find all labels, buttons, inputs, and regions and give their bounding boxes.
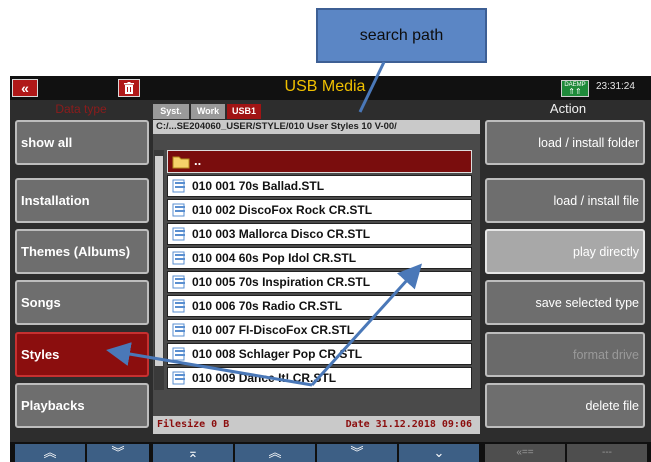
device-screen: « USB Media DAEMP ⇑⇑ 23:31:24 Data type … (10, 76, 651, 462)
file-row[interactable]: 010 002 DiscoFox Rock CR.STL (167, 199, 472, 221)
file-row[interactable]: 010 007 FI-DiscoFox CR.STL (167, 319, 472, 341)
file-row[interactable]: 010 009 Dance It! CR.STL (167, 367, 472, 389)
load-install-folder-button[interactable]: load / install folder (485, 120, 645, 165)
double-chevron-up-icon: ︽ (43, 445, 57, 460)
back-level-button[interactable]: «== (485, 444, 565, 462)
double-chevron-down-icon: ︾ (111, 445, 125, 460)
type-installation-button[interactable]: Installation (15, 178, 149, 223)
file-name: 010 009 Dance It! CR.STL (192, 371, 337, 385)
file-date-text: Date 31.12.2018 09:06 (345, 419, 472, 430)
data-type-heading: Data type (55, 102, 107, 116)
filesize-text: Filesize 0 B (157, 419, 230, 430)
tab-work[interactable]: Work (191, 104, 225, 119)
type-button-label: show all (21, 135, 73, 150)
parent-folder-row[interactable]: .. (167, 150, 472, 173)
format-drive-button[interactable]: format drive (485, 332, 645, 377)
action-button-label: load / install file (553, 193, 639, 208)
play-directly-button[interactable]: play directly (485, 229, 645, 274)
page-down-button[interactable]: ︾ (317, 444, 397, 462)
type-button-label: Songs (21, 295, 61, 310)
action-button-label: play directly (573, 244, 639, 259)
file-status-bar: Filesize 0 B Date 31.12.2018 09:06 (153, 416, 480, 434)
scroll-to-top-icon: ⌅ (187, 445, 199, 460)
scroll-bottom-button[interactable]: ⌄ (399, 444, 479, 462)
scroll-top-button[interactable]: ⌅ (153, 444, 233, 462)
search-path: C:/...SE204060_USER/STYLE/010 User Style… (153, 120, 480, 134)
trash-icon (124, 82, 134, 94)
type-button-label: Themes (Albums) (21, 244, 131, 259)
type-songs-button[interactable]: Songs (15, 280, 149, 325)
storage-status-icon: DAEMP ⇑⇑ (561, 80, 589, 97)
unused-label: --- (602, 447, 612, 458)
folder-icon (172, 156, 190, 169)
type-button-label: Playbacks (21, 398, 85, 413)
type-show-all-button[interactable]: show all (15, 120, 149, 165)
double-chevron-left-icon: « (21, 80, 29, 96)
unused-button[interactable]: --- (567, 444, 647, 462)
window-title: USB Media (284, 78, 366, 95)
file-list: .. 010 001 70s Ballad.STL 010 002 DiscoF… (153, 134, 480, 416)
bottom-navigation-bar: ︽ ︾ ⌅ ︽ ︾ ⌄ «== --- (10, 442, 651, 462)
type-playbacks-button[interactable]: Playbacks (15, 383, 149, 428)
type-themes-button[interactable]: Themes (Albums) (15, 229, 149, 274)
style-file-icon (172, 251, 185, 265)
annotation-callout: search path (316, 8, 487, 63)
page-up-left-button[interactable]: ︽ (15, 444, 85, 462)
type-button-label: Installation (21, 193, 90, 208)
file-row[interactable]: 010 008 Schlager Pop CR.STL (167, 343, 472, 365)
file-name: 010 002 DiscoFox Rock CR.STL (192, 203, 373, 217)
back-level-label: «== (516, 447, 534, 458)
file-name: 010 001 70s Ballad.STL (192, 179, 325, 193)
style-file-icon (172, 347, 185, 361)
file-name: 010 006 70s Radio CR.STL (192, 299, 343, 313)
title-bar: « USB Media DAEMP ⇑⇑ 23:31:24 (10, 76, 651, 100)
style-file-icon (172, 299, 185, 313)
action-button-label: format drive (573, 347, 639, 362)
file-name: 010 004 60s Pop Idol CR.STL (192, 251, 357, 265)
back-button[interactable]: « (12, 79, 38, 97)
tab-usb1[interactable]: USB1 (227, 104, 261, 119)
delete-file-button[interactable]: delete file (485, 383, 645, 428)
type-button-label: Styles (21, 347, 60, 362)
file-name: 010 007 FI-DiscoFox CR.STL (192, 323, 355, 337)
scroll-to-bottom-icon: ⌄ (433, 445, 445, 460)
action-heading: Action (549, 101, 587, 116)
style-file-icon (172, 203, 185, 217)
style-file-icon (172, 179, 185, 193)
parent-folder-label: .. (194, 153, 202, 168)
action-button-label: save selected type (535, 295, 639, 310)
clock: 23:31:24 (596, 81, 635, 92)
file-row[interactable]: 010 004 60s Pop Idol CR.STL (167, 247, 472, 269)
style-file-icon (172, 323, 185, 337)
double-chevron-down-icon: ︾ (350, 445, 364, 460)
style-file-icon (172, 275, 185, 289)
save-selected-type-button[interactable]: save selected type (485, 280, 645, 325)
file-name: 010 008 Schlager Pop CR.STL (192, 347, 363, 361)
action-button-label: delete file (585, 398, 639, 413)
annotation-label: search path (359, 26, 444, 44)
action-button-label: load / install folder (538, 135, 639, 150)
file-row[interactable]: 010 006 70s Radio CR.STL (167, 295, 472, 317)
file-row[interactable]: 010 003 Mallorca Disco CR.STL (167, 223, 472, 245)
double-chevron-up-icon: ︽ (268, 445, 282, 460)
page-up-button[interactable]: ︽ (235, 444, 315, 462)
page-down-left-button[interactable]: ︾ (87, 444, 149, 462)
file-name: 010 003 Mallorca Disco CR.STL (192, 227, 371, 241)
style-file-icon (172, 371, 185, 385)
tab-system[interactable]: Syst. (153, 104, 189, 119)
type-styles-button[interactable]: Styles (15, 332, 149, 377)
trash-button[interactable] (118, 79, 140, 97)
file-name: 010 005 70s Inspiration CR.STL (192, 275, 371, 289)
style-file-icon (172, 227, 185, 241)
file-row[interactable]: 010 001 70s Ballad.STL (167, 175, 472, 197)
file-row[interactable]: 010 005 70s Inspiration CR.STL (167, 271, 472, 293)
scrollbar-thumb[interactable] (155, 156, 163, 366)
load-install-file-button[interactable]: load / install file (485, 178, 645, 223)
